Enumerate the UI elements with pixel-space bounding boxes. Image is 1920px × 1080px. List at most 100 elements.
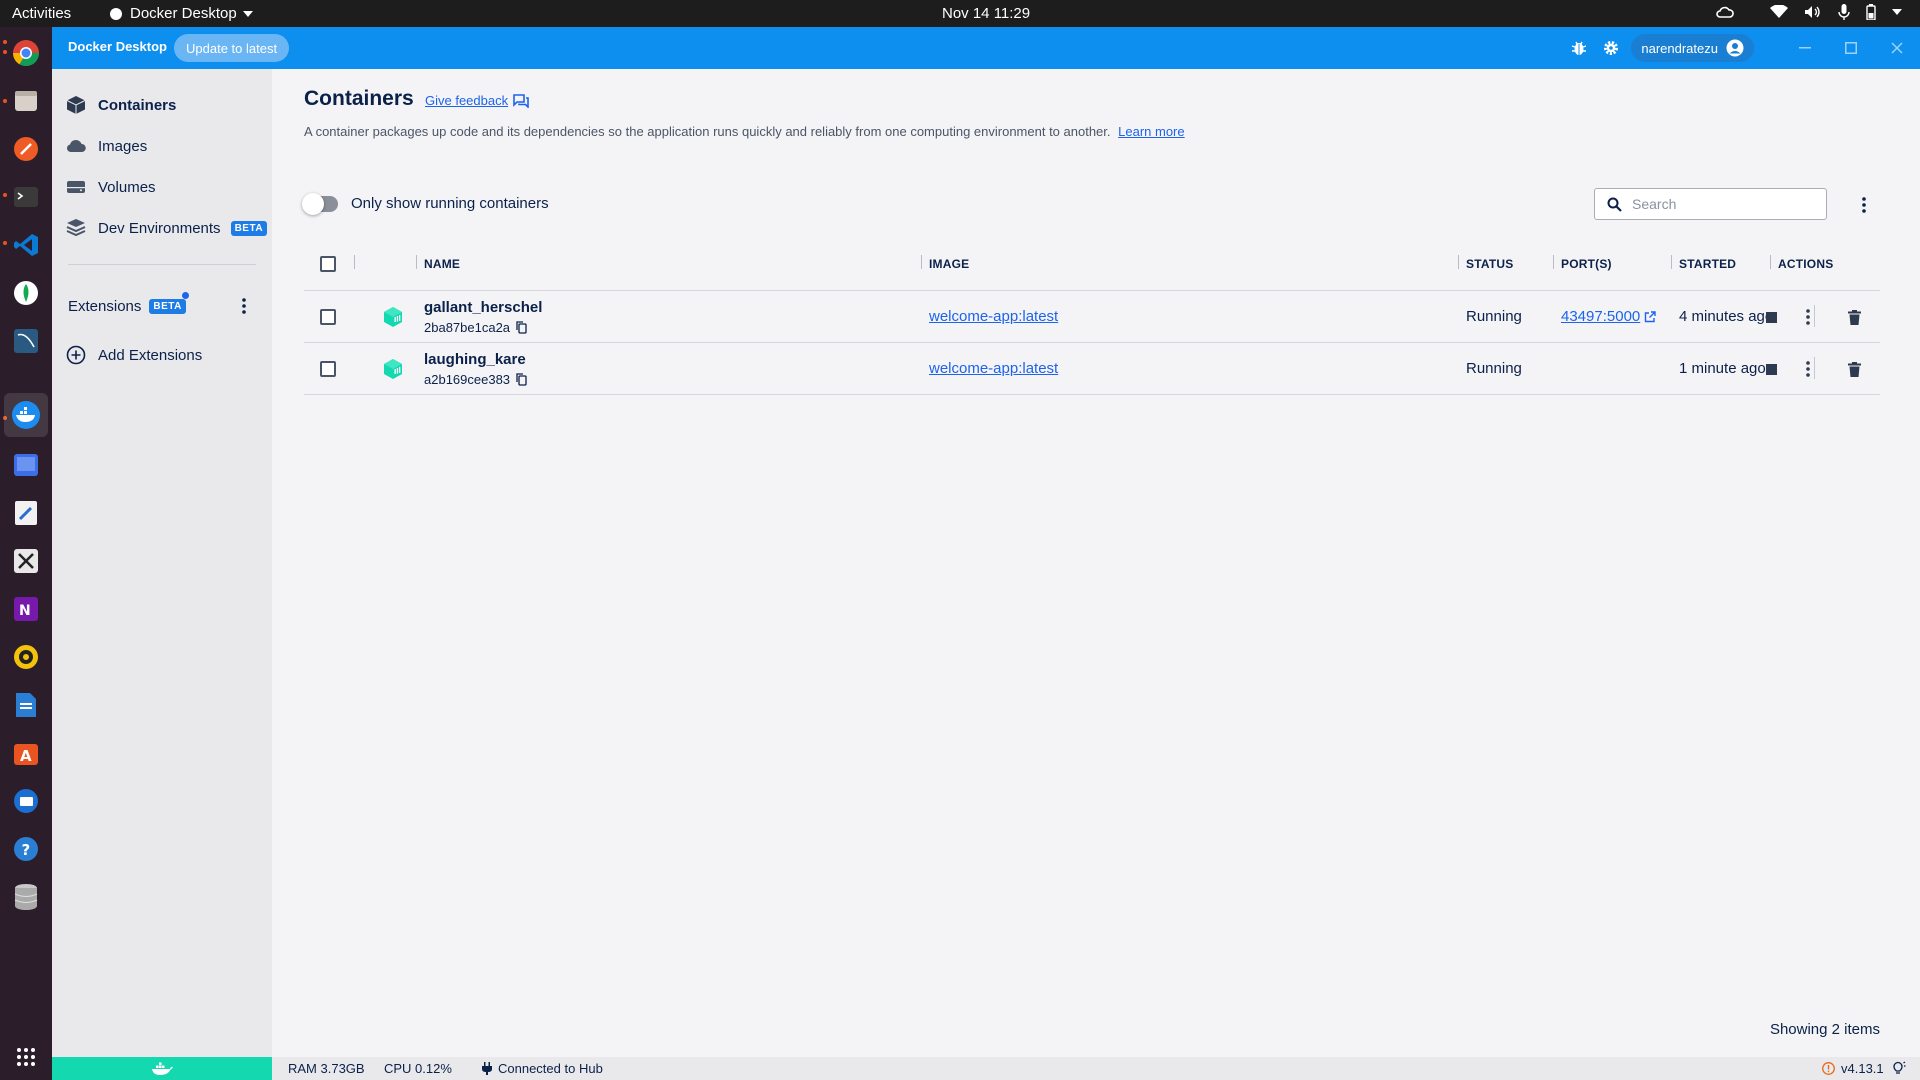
container-image-link[interactable]: welcome-app:latest (929, 308, 1058, 325)
virtual-desktop-icon[interactable] (10, 449, 42, 481)
main-content: Containers Give feedback A container pac… (272, 69, 1920, 1057)
copy-icon[interactable] (516, 321, 527, 334)
give-feedback-link[interactable]: Give feedback (425, 93, 529, 108)
wifi-icon[interactable] (1770, 5, 1788, 19)
column-header-image[interactable]: IMAGE (929, 257, 969, 271)
running-only-label: Only show running containers (351, 195, 549, 212)
description-text: A container packages up code and its dep… (304, 124, 1111, 139)
user-account-button[interactable]: narendratezu (1631, 34, 1754, 62)
sidebar-item-containers[interactable]: Containers (66, 90, 176, 120)
tips-lightbulb-icon[interactable] (1892, 1061, 1906, 1075)
running-only-toggle[interactable] (302, 193, 338, 215)
version-info[interactable]: v4.13.1 (1822, 1061, 1884, 1076)
sidebar-item-images[interactable]: Images (66, 131, 147, 161)
mongodb-compass-icon[interactable] (10, 277, 42, 309)
database-icon[interactable] (10, 881, 42, 913)
container-running-icon (384, 359, 402, 379)
container-id-text: a2b169cee383 (424, 372, 511, 387)
delete-trash-icon[interactable] (1842, 305, 1866, 329)
stop-icon[interactable] (1759, 305, 1783, 329)
feedback-chat-icon (513, 93, 529, 108)
learn-more-link[interactable]: Learn more (1118, 124, 1184, 139)
files-icon[interactable] (10, 85, 42, 117)
vscode-icon[interactable] (10, 229, 42, 261)
container-status: Running (1466, 360, 1522, 377)
table-row[interactable]: gallant_herschel 2ba87be1ca2a welcome-ap… (304, 291, 1880, 343)
table-options-more-icon[interactable] (1852, 193, 1876, 217)
column-header-started[interactable]: STARTED (1679, 257, 1736, 271)
row-checkbox[interactable] (320, 309, 336, 325)
stop-icon[interactable] (1759, 357, 1783, 381)
power-menu-caret-icon[interactable] (1892, 9, 1902, 15)
extensions-more-icon[interactable] (232, 294, 256, 318)
settings-gear-icon[interactable] (1599, 36, 1623, 60)
battery-icon[interactable] (1866, 4, 1876, 20)
row-more-icon[interactable] (1796, 357, 1820, 381)
maximize-window-icon[interactable] (1828, 27, 1874, 69)
postman-icon[interactable] (10, 133, 42, 165)
activities-button[interactable]: Activities (12, 5, 71, 22)
add-extensions-button[interactable]: Add Extensions (66, 340, 202, 370)
search-input[interactable] (1632, 196, 1812, 212)
ubuntu-dock: N A ? (0, 27, 52, 1080)
row-checkbox[interactable] (320, 361, 336, 377)
column-header-ports[interactable]: PORT(S) (1561, 257, 1612, 271)
minimize-window-icon[interactable] (1782, 27, 1828, 69)
show-apps-grid-icon[interactable] (10, 1041, 42, 1073)
hub-connection-status: Connected to Hub (482, 1061, 603, 1076)
text-editor-icon[interactable] (10, 497, 42, 529)
container-port-link[interactable]: 43497:5000 (1561, 308, 1656, 325)
app-brand: Docker Desktop (68, 39, 167, 54)
beta-badge: BETA (149, 298, 186, 314)
container-name[interactable]: laughing_kare (424, 351, 526, 368)
container-image-link[interactable]: welcome-app:latest (929, 360, 1058, 377)
system-tray[interactable] (1716, 4, 1902, 20)
search-box[interactable] (1594, 188, 1827, 220)
rhythmbox-icon[interactable] (10, 641, 42, 673)
column-header-status[interactable]: STATUS (1466, 257, 1513, 271)
libreoffice-writer-icon[interactable] (10, 689, 42, 721)
volume-speaker-icon[interactable] (1804, 5, 1822, 19)
cpu-usage: CPU 0.12% (384, 1061, 452, 1076)
app-header: Docker Desktop Update to latest narendra… (52, 27, 1920, 69)
page-description: A container packages up code and its dep… (304, 124, 1185, 139)
delete-trash-icon[interactable] (1842, 357, 1866, 381)
engine-status-indicator[interactable] (52, 1057, 272, 1080)
help-icon[interactable]: ? (10, 833, 42, 865)
update-button[interactable]: Update to latest (174, 34, 290, 62)
cloud-status-icon[interactable] (1716, 5, 1734, 19)
table-row[interactable]: laughing_kare a2b169cee383 welcome-app:l… (304, 343, 1880, 395)
containers-table: NAME IMAGE STATUS PORT(S) STARTED ACTION… (304, 237, 1880, 395)
row-more-icon[interactable] (1796, 305, 1820, 329)
sidebar-item-volumes[interactable]: Volumes (66, 172, 156, 202)
thunderbird-icon[interactable] (10, 785, 42, 817)
sidebar-item-dev-environments[interactable]: Dev Environments BETA (66, 213, 268, 243)
column-divider (416, 255, 417, 269)
mysql-workbench-icon[interactable] (10, 325, 42, 357)
app-menu[interactable]: Docker Desktop (108, 5, 253, 22)
docker-whale-icon (110, 7, 122, 20)
software-center-icon[interactable]: A (10, 737, 42, 769)
select-all-checkbox[interactable] (320, 256, 336, 272)
microphone-icon[interactable] (1838, 4, 1850, 20)
xcode-tool-icon[interactable] (10, 545, 42, 577)
sidebar-extensions-header: Extensions BETA (68, 291, 186, 321)
column-header-name[interactable]: NAME (424, 257, 460, 271)
copy-icon[interactable] (516, 373, 527, 386)
container-name[interactable]: gallant_herschel (424, 299, 542, 316)
caret-down-icon (242, 10, 253, 17)
onenote-icon[interactable]: N (10, 593, 42, 625)
column-header-actions: ACTIONS (1778, 257, 1834, 271)
chrome-icon[interactable] (10, 37, 42, 69)
version-text: v4.13.1 (1841, 1061, 1884, 1076)
clock[interactable]: Nov 14 11:29 (942, 5, 1030, 22)
terminal-icon[interactable] (10, 181, 42, 213)
close-window-icon[interactable] (1874, 27, 1920, 69)
troubleshoot-bug-icon[interactable] (1567, 36, 1591, 60)
table-header: NAME IMAGE STATUS PORT(S) STARTED ACTION… (304, 237, 1880, 291)
running-indicator (3, 50, 7, 54)
svg-text:A: A (20, 747, 32, 765)
docker-desktop-dock-icon[interactable] (4, 393, 48, 437)
cloud-icon (66, 136, 86, 156)
column-divider (1458, 255, 1459, 269)
